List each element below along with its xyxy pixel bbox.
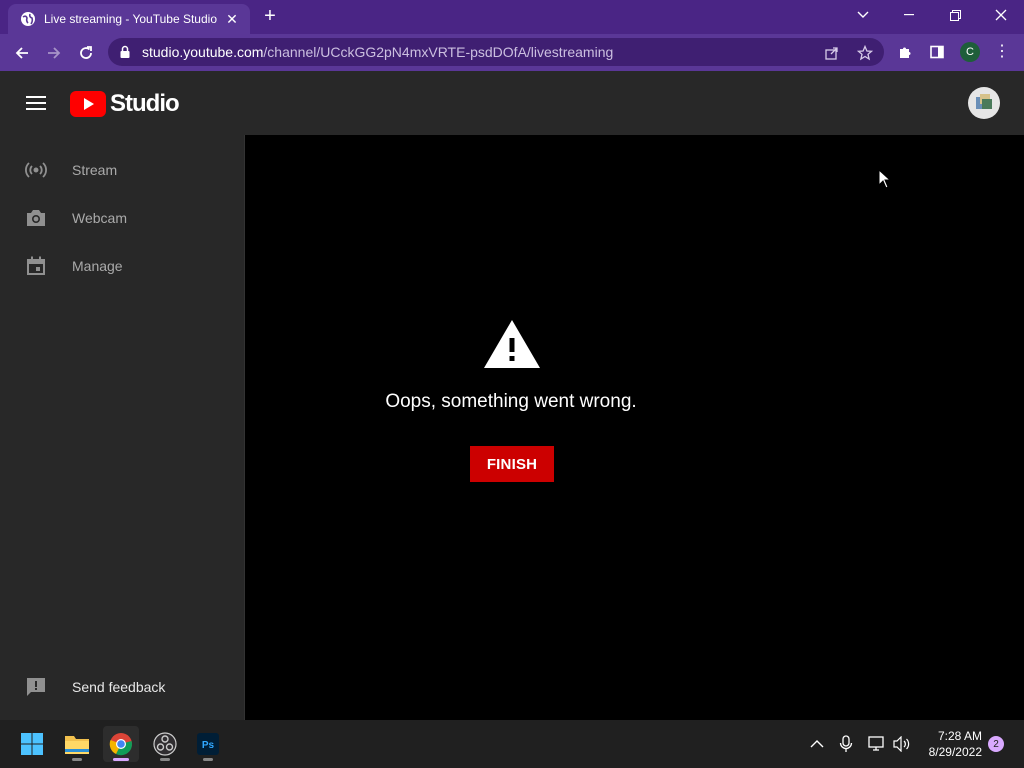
send-feedback-button[interactable]: Send feedback xyxy=(0,663,245,711)
obs-icon xyxy=(153,732,177,756)
extensions-puzzle-icon[interactable] xyxy=(896,43,914,61)
camera-icon xyxy=(24,206,48,230)
browser-tab[interactable]: Live streaming - YouTube Studio ✕ xyxy=(8,4,250,34)
sidebar-item-label: Webcam xyxy=(72,210,127,226)
volume-icon[interactable] xyxy=(893,735,911,753)
youtube-studio-logo[interactable]: Studio xyxy=(70,90,180,118)
taskbar-photoshop[interactable]: Ps xyxy=(190,726,226,762)
error-message: Oops, something went wrong. xyxy=(385,391,637,412)
youtube-play-icon xyxy=(70,91,106,117)
microphone-icon[interactable] xyxy=(837,735,855,753)
forward-arrow-icon[interactable] xyxy=(42,41,66,65)
running-indicator xyxy=(203,758,213,761)
calendar-icon xyxy=(24,254,48,278)
main-content: Oops, something went wrong. FINISH xyxy=(246,135,1024,720)
send-feedback-label: Send feedback xyxy=(72,679,166,695)
windows-taskbar: Ps 7:28 AM 8/29/2022 2 xyxy=(0,720,1024,768)
tab-title: Live streaming - YouTube Studio xyxy=(44,12,217,26)
browser-toolbar: studio.youtube.com/channel/UCckGG2pN4mxV… xyxy=(0,34,1024,71)
url-path: /channel/UCckGG2pN4mxVRTE-psdDOfA/livest… xyxy=(263,44,614,60)
minimize-button[interactable] xyxy=(894,4,924,26)
url-text: studio.youtube.com/channel/UCckGG2pN4mxV… xyxy=(142,44,613,60)
notification-badge[interactable]: 2 xyxy=(988,736,1004,752)
chrome-icon xyxy=(109,733,132,756)
address-bar[interactable]: studio.youtube.com/channel/UCckGG2pN4mxV… xyxy=(108,38,884,66)
chevron-up-icon[interactable] xyxy=(808,735,826,753)
taskbar-file-explorer[interactable] xyxy=(59,726,95,762)
profile-avatar[interactable]: C xyxy=(960,42,980,62)
mouse-cursor-icon xyxy=(878,169,892,189)
folder-icon xyxy=(65,736,89,754)
stream-icon xyxy=(24,158,48,182)
sidebar-item-label: Manage xyxy=(72,258,123,274)
running-indicator xyxy=(160,758,170,761)
clock-time: 7:28 AM xyxy=(937,729,982,743)
globe-icon xyxy=(20,11,36,27)
photoshop-icon: Ps xyxy=(197,733,219,755)
network-icon[interactable] xyxy=(868,735,886,753)
browser-tab-bar: Live streaming - YouTube Studio ✕ + xyxy=(0,0,1024,34)
taskbar-obs[interactable] xyxy=(147,726,183,762)
channel-avatar[interactable] xyxy=(968,87,1000,119)
back-arrow-icon[interactable] xyxy=(10,41,34,65)
studio-header: Studio xyxy=(0,71,1024,135)
feedback-icon xyxy=(24,675,48,699)
logo-text: Studio xyxy=(110,90,180,117)
new-tab-button[interactable]: + xyxy=(259,6,281,28)
close-window-button[interactable] xyxy=(986,4,1016,26)
url-host: studio.youtube.com xyxy=(142,44,264,60)
running-indicator xyxy=(113,758,129,761)
running-indicator xyxy=(72,758,82,761)
sidebar-item-stream[interactable]: Stream xyxy=(0,146,245,194)
tab-close-icon[interactable]: ✕ xyxy=(222,11,242,28)
restore-button[interactable] xyxy=(940,4,970,26)
tab-search-icon[interactable] xyxy=(848,4,878,26)
finish-button[interactable]: FINISH xyxy=(470,446,554,482)
photoshop-label: Ps xyxy=(202,740,215,751)
windows-logo-icon xyxy=(21,733,43,755)
system-clock[interactable]: 7:28 AM 8/29/2022 xyxy=(920,728,982,760)
warning-triangle-icon xyxy=(484,320,540,368)
sidebar-item-webcam[interactable]: Webcam xyxy=(0,194,245,242)
browser-menu-icon[interactable]: ⋮ xyxy=(994,42,1010,62)
lock-icon[interactable] xyxy=(118,45,132,59)
sidebar-item-label: Stream xyxy=(72,162,118,178)
hamburger-menu-icon[interactable] xyxy=(24,93,48,113)
clock-date: 8/29/2022 xyxy=(928,745,982,759)
reload-icon[interactable] xyxy=(74,41,98,65)
windows-start-button[interactable] xyxy=(14,726,50,762)
taskbar-chrome[interactable] xyxy=(103,726,139,762)
side-panel-icon[interactable] xyxy=(928,43,946,61)
sidebar-item-manage[interactable]: Manage xyxy=(0,242,245,290)
share-icon[interactable] xyxy=(824,45,840,61)
sidebar: Stream Webcam Manage Send feedback xyxy=(0,135,245,720)
bookmark-star-icon[interactable] xyxy=(857,45,873,61)
